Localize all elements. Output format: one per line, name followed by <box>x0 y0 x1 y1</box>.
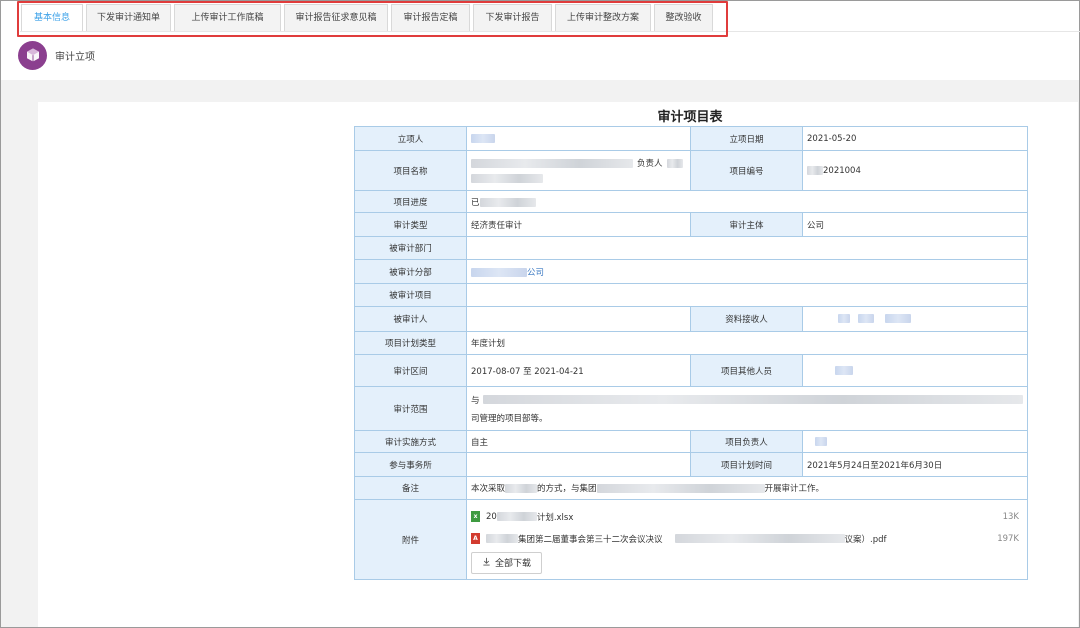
value-progress: 已 <box>466 190 1028 213</box>
attachment-item[interactable]: A 集团第二届董事会第三十二次会议决议 议案）.pdf 197K <box>471 528 1023 550</box>
scope-text: 与 <box>471 395 480 406</box>
redacted-text <box>471 174 543 183</box>
attachment-name: 20 <box>486 511 497 522</box>
redacted-text <box>858 314 875 323</box>
label-progress: 项目进度 <box>354 190 467 213</box>
label-scope: 审计范围 <box>354 386 467 431</box>
attachment-name: 集团第二届董事会第三十二次会议决议 <box>518 534 663 545</box>
label-project-no: 项目编号 <box>690 150 803 191</box>
highlight-box <box>17 1 728 37</box>
value-date: 2021-05-20 <box>802 126 1028 151</box>
label-leader: 项目负责人 <box>690 430 803 453</box>
value-scope: 与 司管理的项目部等。 <box>466 386 1028 431</box>
value-receiver <box>802 306 1028 332</box>
progress-text: 已 <box>471 197 480 208</box>
attachment-size: 13K <box>1002 511 1019 522</box>
remark-text-a: 本次采取 <box>471 484 506 494</box>
value-interval: 2017-08-07 至 2021-04-21 <box>466 354 691 387</box>
audit-project-table: 立项人 立项日期 2021-05-20 项目名称 负责人 项目编号 202100… <box>354 126 1028 580</box>
redacted-text <box>674 534 845 543</box>
value-audited-project <box>466 283 1028 307</box>
redacted-text <box>471 133 495 143</box>
page-title: 审计立项 <box>55 51 95 63</box>
redacted-text <box>666 158 683 168</box>
redacted-text <box>885 314 912 323</box>
document-title: 审计项目表 <box>657 110 723 125</box>
label-firm: 参与事务所 <box>354 452 467 477</box>
redacted-text <box>807 165 823 175</box>
value-audited-dept <box>466 236 1028 260</box>
attachment-size: 197K <box>997 533 1019 544</box>
label-audit-type: 审计类型 <box>354 212 467 237</box>
label-creator: 立项人 <box>354 126 467 151</box>
value-creator <box>466 126 691 151</box>
branch-link[interactable]: 公司 <box>527 268 544 278</box>
download-all-label: 全部下载 <box>495 559 532 569</box>
value-project-name: 负责人 <box>466 150 691 191</box>
value-attachment: x 20 计划.xlsx 13K A 集团第二届董事会第三十二次会议决议 议案）… <box>466 499 1028 580</box>
project-no-text: 2021004 <box>823 165 861 176</box>
value-leader <box>802 430 1028 453</box>
label-audited-person: 被审计人 <box>354 306 467 332</box>
label-remark: 备注 <box>354 476 467 500</box>
redacted-text <box>479 197 536 207</box>
label-plan-type: 项目计划类型 <box>354 331 467 355</box>
value-audit-subject: 公司 <box>802 212 1028 237</box>
label-plan-time: 项目计划时间 <box>690 452 803 477</box>
label-audited-dept: 被审计部门 <box>354 236 467 260</box>
xlsx-file-icon: x <box>471 511 480 522</box>
redacted-text <box>482 395 1023 404</box>
download-icon <box>482 557 491 569</box>
remark-text-c: 开展审计工作。 <box>764 484 825 494</box>
redacted-text <box>471 158 633 168</box>
label-audited-branch: 被审计分部 <box>354 259 467 284</box>
download-all-button[interactable]: 全部下载 <box>471 551 543 574</box>
value-remark: 本次采取 的方式，与集团 开展审计工作。 <box>466 476 1028 500</box>
value-audited-person <box>466 306 691 332</box>
label-audit-subject: 审计主体 <box>690 212 803 237</box>
label-method: 审计实施方式 <box>354 430 467 453</box>
label-project-name: 项目名称 <box>354 150 467 191</box>
redacted-text <box>505 484 538 493</box>
redacted-text <box>837 314 850 323</box>
value-other-members <box>802 354 1028 387</box>
label-receiver: 资料接收人 <box>690 306 803 332</box>
redacted-text <box>496 512 537 521</box>
attachment-name: 计划.xlsx <box>536 512 574 523</box>
label-other-members: 项目其他人员 <box>690 354 803 387</box>
label-interval: 审计区间 <box>354 354 467 387</box>
value-firm <box>466 452 691 477</box>
label-date: 立项日期 <box>690 126 803 151</box>
scope-line2: 司管理的项目部等。 <box>471 413 548 424</box>
redacted-text <box>815 436 827 446</box>
label-attachment: 附件 <box>354 499 467 580</box>
pdf-file-icon: A <box>471 533 480 544</box>
cube-icon <box>18 40 47 70</box>
redacted-text <box>486 534 518 543</box>
label-audited-project: 被审计项目 <box>354 283 467 307</box>
attachment-name: 议案）.pdf <box>844 534 887 545</box>
redacted-text <box>596 484 765 493</box>
redacted-text <box>835 365 853 375</box>
leader-prefix: 负责人 <box>637 159 663 169</box>
value-plan-time: 2021年5月24日至2021年6月30日 <box>802 452 1028 477</box>
redacted-text <box>471 267 527 277</box>
value-plan-type: 年度计划 <box>466 331 1028 355</box>
attachment-item[interactable]: x 20 计划.xlsx 13K <box>471 506 1023 528</box>
value-project-no: 2021004 <box>802 150 1028 191</box>
value-method: 自主 <box>466 430 691 453</box>
page-header: 审计立项 <box>18 40 95 70</box>
value-audited-branch: 公司 <box>466 259 1028 284</box>
value-audit-type: 经济责任审计 <box>466 212 691 237</box>
remark-text-b: 的方式，与集团 <box>537 484 597 494</box>
